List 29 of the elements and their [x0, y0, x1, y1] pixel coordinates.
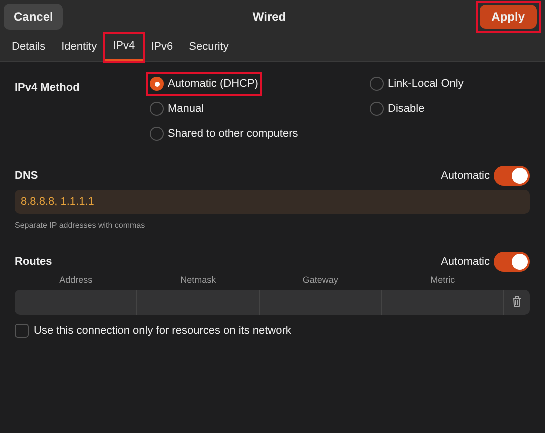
- tab[interactable]: Security: [181, 34, 237, 61]
- automatic-label: Automatic: [441, 168, 490, 184]
- automatic-label: Automatic: [441, 254, 490, 270]
- apply-button[interactable]: Apply: [480, 5, 537, 29]
- tab[interactable]: IPv6: [143, 34, 182, 61]
- column-header: Address: [60, 274, 93, 287]
- radio-option[interactable]: Link-Local Only: [368, 74, 466, 94]
- checkbox[interactable]: [15, 324, 29, 338]
- column-header: Metric: [430, 274, 456, 287]
- routes-label: Routes: [15, 254, 52, 270]
- toggle-switch[interactable]: [494, 166, 530, 186]
- column-header: Gateway: [302, 274, 338, 287]
- radio-option[interactable]: Disable: [368, 99, 427, 119]
- column-header: Netmask: [180, 274, 216, 287]
- dns-field[interactable]: 8.8.8.8, 1.1.1.1: [15, 190, 530, 214]
- method-label: IPv4 Method: [15, 81, 81, 96]
- dns-label: DNS: [15, 168, 38, 184]
- tab[interactable]: IPv4: [105, 34, 144, 61]
- cancel-button[interactable]: Cancel: [4, 4, 64, 30]
- toggle-switch[interactable]: [494, 252, 530, 272]
- checkbox-label: Use this connection only for resources on its network: [34, 324, 292, 338]
- trash-icon: [512, 296, 522, 308]
- hint-text: Separate IP addresses with commas: [15, 220, 146, 232]
- tab[interactable]: Identity: [54, 34, 106, 61]
- window-title: Wired: [252, 9, 286, 26]
- radio-option[interactable]: Automatic (DHCP): [148, 74, 260, 94]
- tab[interactable]: Details: [4, 34, 54, 61]
- radio-option[interactable]: Shared to other computers: [148, 124, 300, 144]
- radio-option[interactable]: Manual: [148, 99, 206, 119]
